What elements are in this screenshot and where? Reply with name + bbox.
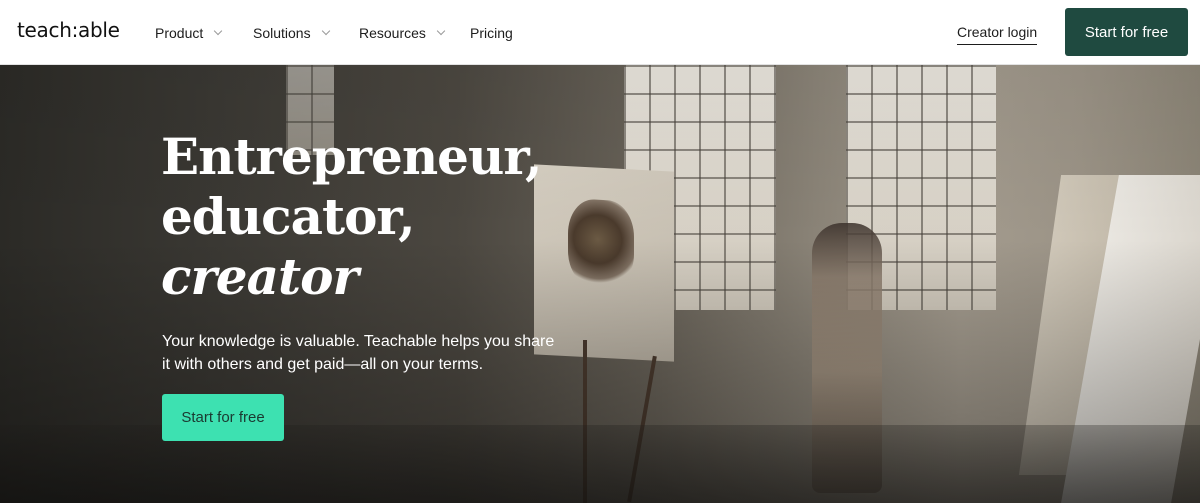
hero-section: Entrepreneur, educator, creator Your kno… — [0, 65, 1200, 503]
nav-item-solutions[interactable]: Solutions — [253, 24, 330, 42]
headline-line-italic: creator — [161, 247, 359, 306]
nav-item-pricing[interactable]: Pricing — [470, 24, 513, 42]
headline-line: Entrepreneur, — [161, 127, 542, 186]
nav-item-label: Resources — [359, 25, 426, 41]
nav-item-product[interactable]: Product — [155, 24, 223, 42]
nav-item-resources[interactable]: Resources — [359, 24, 446, 42]
chevron-down-icon — [321, 26, 330, 36]
start-for-free-button[interactable]: Start for free — [1065, 8, 1188, 56]
teachable-logo[interactable]: teach:able — [17, 18, 120, 42]
chevron-down-icon — [436, 26, 446, 36]
headline-line: educator, — [161, 187, 416, 246]
hero-start-for-free-button[interactable]: Start for free — [162, 394, 284, 441]
top-navbar: teach:able Product Solutions Resources P… — [0, 0, 1200, 65]
creator-login-link[interactable]: Creator login — [957, 24, 1038, 45]
hero-subtitle: Your knowledge is valuable. Teachable he… — [162, 333, 555, 373]
hero-headline: Entrepreneur, educator, creator — [161, 127, 542, 307]
nav-item-label: Solutions — [253, 25, 311, 41]
nav-item-label: Product — [155, 25, 204, 41]
chevron-down-icon — [214, 26, 223, 36]
nav-item-label: Pricing — [470, 25, 513, 41]
